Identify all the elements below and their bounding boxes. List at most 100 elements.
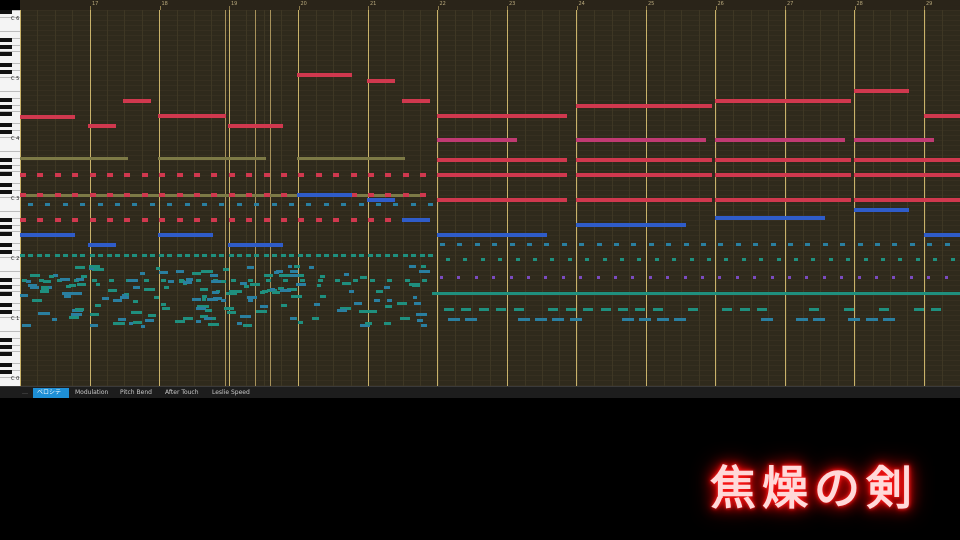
- midi-note[interactable]: [742, 258, 746, 261]
- piano-keyboard[interactable]: C 6 C 5 C 4 C 3 C 2 C 1 C 0: [0, 10, 21, 386]
- midi-note[interactable]: [420, 254, 425, 257]
- midi-note[interactable]: [71, 313, 82, 316]
- midi-note[interactable]: [777, 258, 781, 261]
- midi-note[interactable]: [28, 254, 33, 257]
- midi-note[interactable]: [718, 243, 723, 246]
- midi-note[interactable]: [805, 243, 810, 246]
- midi-note[interactable]: [405, 279, 410, 282]
- midi-note[interactable]: [75, 266, 85, 269]
- midi-note[interactable]: [875, 276, 878, 279]
- midi-note[interactable]: [579, 276, 582, 279]
- tab-modulation[interactable]: Modulation: [71, 388, 113, 398]
- midi-note[interactable]: [715, 138, 845, 142]
- midi-note[interactable]: [510, 276, 513, 279]
- midi-note[interactable]: [183, 317, 193, 320]
- midi-note[interactable]: [465, 318, 477, 321]
- midi-note[interactable]: [76, 278, 84, 281]
- midi-note[interactable]: [69, 284, 76, 287]
- midi-note[interactable]: [570, 318, 582, 321]
- midi-note[interactable]: [20, 218, 26, 222]
- midi-note[interactable]: [279, 274, 290, 277]
- midi-note[interactable]: [133, 300, 138, 303]
- midi-note[interactable]: [98, 254, 103, 257]
- black-key[interactable]: [0, 190, 12, 194]
- midi-note[interactable]: [102, 297, 109, 300]
- midi-note[interactable]: [518, 318, 530, 321]
- midi-note[interactable]: [113, 322, 120, 325]
- black-key[interactable]: [0, 70, 12, 74]
- midi-note[interactable]: [142, 218, 148, 222]
- midi-note[interactable]: [411, 203, 416, 206]
- midi-note[interactable]: [550, 258, 554, 261]
- midi-note[interactable]: [281, 173, 287, 177]
- midi-note[interactable]: [411, 254, 416, 257]
- midi-note[interactable]: [142, 193, 148, 197]
- midi-note[interactable]: [298, 218, 304, 222]
- midi-note[interactable]: [62, 292, 72, 295]
- midi-note[interactable]: [60, 278, 70, 281]
- midi-note[interactable]: [98, 203, 103, 206]
- midi-note[interactable]: [397, 302, 407, 305]
- midi-note[interactable]: [657, 318, 669, 321]
- midi-note[interactable]: [715, 198, 851, 202]
- black-key[interactable]: [0, 38, 12, 42]
- midi-note[interactable]: [243, 324, 252, 327]
- tab-leslie-speed[interactable]: Leslie Speed: [208, 388, 256, 398]
- midi-note[interactable]: [413, 296, 417, 299]
- midi-note[interactable]: [154, 296, 159, 299]
- midi-note[interactable]: [437, 158, 567, 162]
- black-key[interactable]: [0, 158, 12, 162]
- midi-note[interactable]: [52, 318, 57, 321]
- midi-note[interactable]: [385, 173, 391, 177]
- midi-note[interactable]: [715, 99, 851, 103]
- midi-note[interactable]: [316, 254, 321, 257]
- lane-menu-icon[interactable]: …: [20, 388, 30, 398]
- midi-note[interactable]: [341, 203, 346, 206]
- midi-note[interactable]: [421, 324, 427, 327]
- midi-note[interactable]: [298, 173, 304, 177]
- black-key[interactable]: [0, 310, 12, 314]
- midi-note[interactable]: [353, 279, 358, 282]
- midi-note[interactable]: [475, 243, 480, 246]
- black-key[interactable]: [0, 338, 12, 342]
- midi-note[interactable]: [945, 276, 948, 279]
- midi-note[interactable]: [30, 286, 39, 289]
- midi-note[interactable]: [200, 288, 208, 291]
- midi-note[interactable]: [492, 276, 495, 279]
- midi-note[interactable]: [403, 173, 409, 177]
- midi-note[interactable]: [736, 276, 739, 279]
- midi-note[interactable]: [92, 279, 97, 282]
- midi-note[interactable]: [794, 258, 798, 261]
- midi-note[interactable]: [248, 299, 253, 302]
- midi-note[interactable]: [167, 203, 172, 206]
- midi-note[interactable]: [344, 273, 349, 276]
- midi-note[interactable]: [202, 298, 206, 301]
- midi-note[interactable]: [123, 99, 151, 103]
- midi-note[interactable]: [576, 198, 712, 202]
- midi-note[interactable]: [107, 218, 113, 222]
- midi-note[interactable]: [159, 173, 165, 177]
- midi-note[interactable]: [20, 233, 75, 237]
- midi-note[interactable]: [844, 308, 854, 311]
- midi-note[interactable]: [400, 317, 410, 320]
- midi-note[interactable]: [715, 173, 851, 177]
- midi-note[interactable]: [337, 309, 347, 312]
- midi-note[interactable]: [20, 294, 28, 297]
- midi-note[interactable]: [951, 258, 955, 261]
- midi-note[interactable]: [475, 276, 478, 279]
- midi-note[interactable]: [840, 276, 843, 279]
- black-key[interactable]: [0, 243, 12, 247]
- midi-note[interactable]: [409, 283, 420, 286]
- midi-note[interactable]: [854, 198, 960, 202]
- midi-note[interactable]: [753, 243, 758, 246]
- midi-note[interactable]: [653, 308, 663, 311]
- midi-note[interactable]: [437, 198, 567, 202]
- midi-note[interactable]: [37, 193, 43, 197]
- midi-note[interactable]: [115, 254, 120, 257]
- midi-note[interactable]: [176, 270, 184, 273]
- midi-note[interactable]: [446, 258, 450, 261]
- black-key[interactable]: [0, 232, 12, 236]
- black-key[interactable]: [0, 345, 12, 349]
- midi-note[interactable]: [349, 290, 354, 293]
- midi-note[interactable]: [931, 308, 941, 311]
